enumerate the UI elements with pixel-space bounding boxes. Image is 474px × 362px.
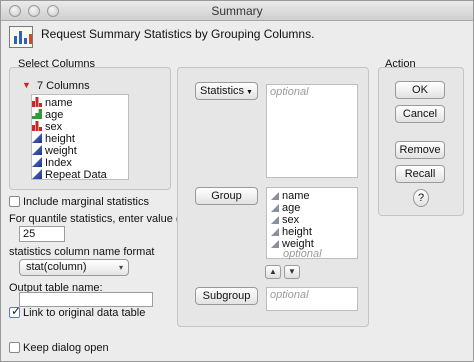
recall-button[interactable]: Recall: [395, 165, 445, 183]
statistics-button-label: Statistics: [200, 85, 245, 97]
summary-platform-icon: [9, 26, 33, 48]
group-button[interactable]: Group: [195, 187, 258, 205]
window-title: Summary: [211, 4, 263, 18]
ordinal-icon: [32, 109, 42, 119]
quantile-input[interactable]: 25: [19, 226, 65, 242]
remove-button[interactable]: Remove: [395, 141, 445, 159]
include-marginal-checkbox[interactable]: [9, 196, 20, 207]
link-original-label: Link to original data table: [23, 307, 146, 319]
continuous-icon: [32, 169, 42, 179]
group-item-height[interactable]: height: [271, 226, 312, 238]
zoom-window-button[interactable]: [47, 5, 59, 17]
statistics-placeholder: optional: [270, 86, 309, 98]
close-window-button[interactable]: [9, 5, 21, 17]
name-format-label: statistics column name format: [9, 246, 155, 258]
link-original-checkbox[interactable]: ✓: [9, 304, 22, 318]
column-item-height[interactable]: height: [32, 133, 75, 145]
output-table-input[interactable]: [19, 292, 153, 307]
checkmark-icon: ✓: [11, 304, 22, 318]
action-title: Action: [385, 58, 416, 70]
column-item-age[interactable]: age: [32, 109, 63, 121]
select-columns-title: Select Columns: [18, 58, 96, 70]
ok-button[interactable]: OK: [395, 81, 445, 99]
subgroup-placeholder: optional: [270, 289, 309, 301]
help-button[interactable]: ?: [413, 189, 429, 207]
group-item-sex[interactable]: sex: [271, 214, 299, 226]
dialog-description: Request Summary Statistics by Grouping C…: [41, 27, 315, 41]
group-list[interactable]: name age sex height weight optional: [266, 187, 358, 260]
group-placeholder: optional: [283, 248, 322, 260]
triangle-up-icon: ▲: [269, 267, 277, 276]
column-item-name[interactable]: name: [32, 97, 73, 109]
dropdown-arrow-icon: ▼: [246, 89, 253, 96]
keep-dialog-open-label: Keep dialog open: [23, 342, 109, 354]
subgroup-list[interactable]: optional: [266, 287, 358, 311]
subgroup-button[interactable]: Subgroup: [195, 287, 258, 305]
name-format-select[interactable]: stat(column) ▾: [19, 259, 129, 276]
disclosure-triangle-icon[interactable]: ▼: [22, 80, 31, 90]
move-down-button[interactable]: ▼: [284, 265, 300, 279]
role-column-icon: [271, 228, 279, 236]
quantile-label: For quantile statistics, enter value (%): [9, 213, 194, 225]
column-item-weight[interactable]: weight: [32, 145, 77, 157]
subgroup-button-label: Subgroup: [202, 290, 251, 302]
statistics-button[interactable]: Statistics ▼: [195, 82, 258, 100]
role-column-icon: [271, 240, 279, 248]
updown-chevron-icon: ▾: [118, 263, 123, 272]
include-marginal-label: Include marginal statistics: [23, 196, 149, 208]
title-bar[interactable]: Summary: [1, 1, 473, 21]
continuous-icon: [32, 157, 42, 167]
keep-dialog-open-checkbox[interactable]: [9, 342, 20, 353]
triangle-down-icon: ▼: [288, 267, 296, 276]
column-item-sex[interactable]: sex: [32, 121, 62, 133]
group-item-age[interactable]: age: [271, 202, 300, 214]
column-item-index[interactable]: Index: [32, 157, 72, 169]
minimize-window-button[interactable]: [28, 5, 40, 17]
continuous-icon: [32, 145, 42, 155]
columns-list[interactable]: name age sex height weight Index Repeat …: [31, 94, 129, 181]
continuous-icon: [32, 133, 42, 143]
move-up-button[interactable]: ▲: [265, 265, 281, 279]
role-column-icon: [271, 192, 279, 200]
statistics-list[interactable]: optional: [266, 84, 358, 178]
role-column-icon: [271, 204, 279, 212]
nominal-icon: [32, 97, 42, 107]
group-button-label: Group: [211, 190, 242, 202]
nominal-icon: [32, 121, 42, 131]
summary-dialog: Summary Request Summary Statistics by Gr…: [0, 0, 474, 362]
role-column-icon: [271, 216, 279, 224]
columns-count-label: 7 Columns: [37, 80, 90, 92]
cancel-button[interactable]: Cancel: [395, 105, 445, 123]
name-format-value: stat(column): [26, 261, 87, 273]
column-item-repeat-data[interactable]: Repeat Data: [32, 169, 107, 181]
group-item-name[interactable]: name: [271, 190, 310, 202]
